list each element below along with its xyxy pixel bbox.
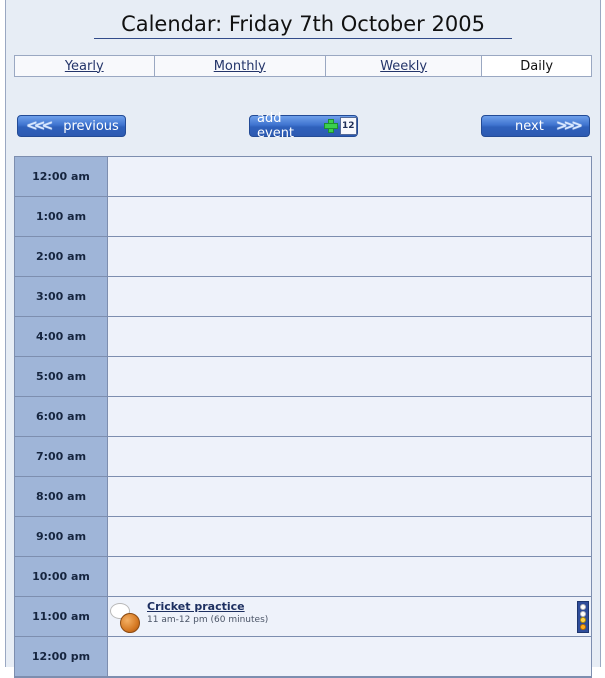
hour-slot[interactable]: [108, 357, 591, 396]
hour-row: 12:00 pm: [15, 637, 591, 677]
hour-row: 12:00 am: [15, 157, 591, 197]
next-button[interactable]: next >>>: [481, 115, 590, 137]
hour-slot[interactable]: [108, 637, 591, 676]
light-icon: [580, 617, 586, 624]
day-grid: 12:00 am 1:00 am 2:00 am 3:00 am 4:00 am…: [14, 156, 592, 678]
calendar-window: Calendar: Friday 7th October 2005 Yearly…: [5, 0, 601, 678]
hour-label: 7:00 am: [15, 437, 108, 476]
hour-slot[interactable]: [108, 197, 591, 236]
tab-daily[interactable]: Daily: [482, 56, 591, 76]
hour-label: 11:00 am: [15, 597, 108, 636]
hour-slot[interactable]: [108, 517, 591, 556]
tab-weekly[interactable]: Weekly: [325, 56, 483, 76]
add-event-button[interactable]: add event 12: [249, 111, 358, 141]
light-icon: [580, 610, 586, 617]
hour-row: 6:00 am: [15, 397, 591, 437]
event-slot[interactable]: Cricket practice 11 am-12 pm (60 minutes…: [108, 597, 591, 636]
next-button-label: next: [515, 118, 544, 134]
hour-row: 11:00 am Cricket practice 11 am-12 pm (6…: [15, 597, 591, 637]
chevron-right-icon: >>>: [555, 118, 583, 134]
hour-label: 1:00 am: [15, 197, 108, 236]
hour-row: 7:00 am: [15, 437, 591, 477]
tab-monthly[interactable]: Monthly: [154, 56, 326, 76]
hour-slot[interactable]: [108, 317, 591, 356]
hour-label: 12:00 am: [15, 157, 108, 196]
plus-icon: [323, 118, 339, 134]
cricket-ball-icon: [110, 603, 140, 633]
chevron-left-icon: <<<: [26, 118, 53, 134]
hour-label: 10:00 am: [15, 557, 108, 596]
hour-row: 8:00 am: [15, 477, 591, 517]
view-tabs: Yearly Monthly Weekly Daily: [14, 55, 592, 77]
ball-icon: [120, 613, 140, 633]
hour-row: 2:00 am: [15, 237, 591, 277]
hour-slot[interactable]: [108, 477, 591, 516]
hour-row: 5:00 am: [15, 357, 591, 397]
previous-button[interactable]: <<< previous: [17, 115, 126, 137]
hour-label: 6:00 am: [15, 397, 108, 436]
hour-label: 3:00 am: [15, 277, 108, 316]
hour-row: 1:00 am: [15, 197, 591, 237]
hour-slot[interactable]: [108, 277, 591, 316]
event-time-range: 11 am-12 pm (60 minutes): [147, 615, 269, 625]
hour-label: 4:00 am: [15, 317, 108, 356]
light-icon: [580, 604, 586, 611]
hour-row: 3:00 am: [15, 277, 591, 317]
hour-row: 10:00 am: [15, 557, 591, 597]
hour-slot[interactable]: [108, 557, 591, 596]
hour-slot[interactable]: [108, 157, 591, 196]
hour-label: 2:00 am: [15, 237, 108, 276]
hour-label: 5:00 am: [15, 357, 108, 396]
hour-slot[interactable]: [108, 437, 591, 476]
hour-label: 9:00 am: [15, 517, 108, 556]
page-title: Calendar: Friday 7th October 2005: [94, 12, 512, 39]
previous-button-label: previous: [63, 118, 119, 134]
calendar-icon: 12: [339, 117, 357, 135]
event-title-link[interactable]: Cricket practice: [147, 600, 245, 613]
hour-slot[interactable]: [108, 397, 591, 436]
light-icon: [580, 623, 586, 630]
hour-label: 12:00 pm: [15, 637, 108, 676]
hour-row: 4:00 am: [15, 317, 591, 357]
hour-slot[interactable]: [108, 237, 591, 276]
hour-row: 9:00 am: [15, 517, 591, 557]
hour-label: 8:00 am: [15, 477, 108, 516]
priority-traffic-light-icon: [577, 601, 589, 633]
add-event-button-label: add event: [257, 111, 295, 141]
tab-yearly[interactable]: Yearly: [15, 56, 155, 76]
